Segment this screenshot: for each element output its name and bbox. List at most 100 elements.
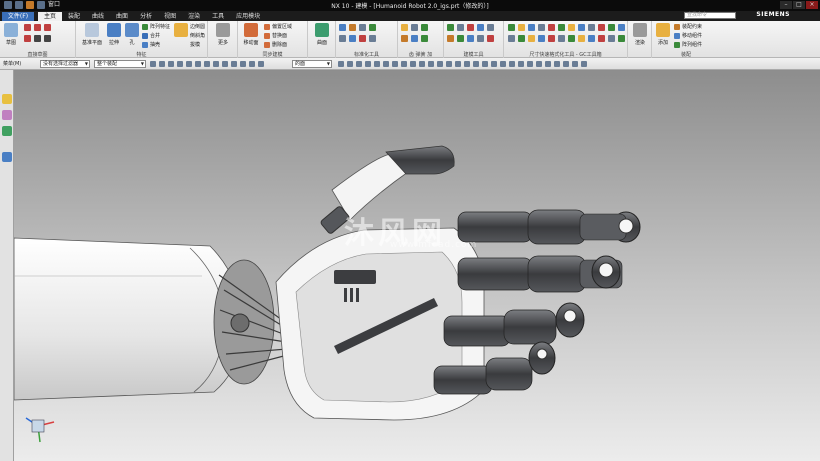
select-icon[interactable] bbox=[249, 61, 255, 67]
draft-button[interactable]: 拔模 bbox=[190, 41, 200, 48]
line-icon[interactable] bbox=[34, 24, 41, 31]
tool-icon[interactable] bbox=[598, 35, 605, 42]
assembly-constraint-button[interactable]: 装配约束 bbox=[674, 23, 702, 30]
tool-icon[interactable] bbox=[568, 35, 575, 42]
tool-icon[interactable] bbox=[421, 35, 428, 42]
part-navigator-icon[interactable] bbox=[2, 126, 12, 136]
tool-icon[interactable] bbox=[359, 35, 366, 42]
circle-icon[interactable] bbox=[34, 35, 41, 42]
hole-button[interactable]: 孔 bbox=[123, 23, 141, 46]
select-icon[interactable] bbox=[150, 61, 156, 67]
assembly-navigator-icon[interactable] bbox=[2, 94, 12, 104]
snap-icon[interactable] bbox=[383, 61, 389, 67]
snap-icon[interactable] bbox=[518, 61, 524, 67]
offset-region-button[interactable]: 偏置区域 bbox=[264, 23, 292, 30]
tool-icon[interactable] bbox=[618, 35, 625, 42]
file-menu-button[interactable]: 文件(F) bbox=[2, 12, 34, 21]
wrist-pivot[interactable] bbox=[230, 313, 250, 333]
graphics-viewport[interactable]: 沐风网 www.mfcad.com bbox=[14, 70, 820, 461]
tool-icon[interactable] bbox=[349, 24, 356, 31]
select-icon[interactable] bbox=[186, 61, 192, 67]
constraint-navigator-icon[interactable] bbox=[2, 110, 12, 120]
snap-icon[interactable] bbox=[500, 61, 506, 67]
datum-plane-button[interactable]: 基准平面 bbox=[80, 23, 104, 46]
select-icon[interactable] bbox=[168, 61, 174, 67]
selection-scope-dropdown[interactable]: 整个装配 bbox=[94, 60, 146, 68]
snap-icon[interactable] bbox=[482, 61, 488, 67]
close-button[interactable]: × bbox=[806, 1, 818, 9]
snap-icon[interactable] bbox=[572, 61, 578, 67]
pattern-component-button[interactable]: 阵列组件 bbox=[674, 41, 702, 48]
tab-tools[interactable]: 工具 bbox=[206, 12, 230, 21]
tool-icon[interactable] bbox=[457, 24, 464, 31]
tool-icon[interactable] bbox=[339, 35, 346, 42]
tool-icon[interactable] bbox=[339, 24, 346, 31]
snap-icon[interactable] bbox=[347, 61, 353, 67]
tool-icon[interactable] bbox=[598, 24, 605, 31]
tool-icon[interactable] bbox=[369, 35, 376, 42]
select-icon[interactable] bbox=[240, 61, 246, 67]
tool-icon[interactable] bbox=[447, 24, 454, 31]
rendering-button[interactable]: 渲染 bbox=[631, 23, 649, 46]
gear-icon[interactable] bbox=[401, 24, 408, 31]
snap-icon[interactable] bbox=[437, 61, 443, 67]
tool-icon[interactable] bbox=[518, 35, 525, 42]
tool-icon[interactable] bbox=[477, 24, 484, 31]
snap-icon[interactable] bbox=[392, 61, 398, 67]
history-icon[interactable] bbox=[2, 152, 12, 162]
snap-icon[interactable] bbox=[563, 61, 569, 67]
snap-icon[interactable] bbox=[554, 61, 560, 67]
snap-icon[interactable] bbox=[473, 61, 479, 67]
snap-icon[interactable] bbox=[365, 61, 371, 67]
spring-icon[interactable] bbox=[411, 24, 418, 31]
snap-icon[interactable] bbox=[401, 61, 407, 67]
tool-icon[interactable] bbox=[349, 35, 356, 42]
tool-icon[interactable] bbox=[548, 24, 555, 31]
tool-icon[interactable] bbox=[588, 35, 595, 42]
snap-icon[interactable] bbox=[545, 61, 551, 67]
arc-icon[interactable] bbox=[44, 24, 51, 31]
edge-blend-button[interactable] bbox=[172, 23, 190, 37]
selection-filter-dropdown[interactable]: 没有选择过滤器 bbox=[40, 60, 90, 68]
select-icon[interactable] bbox=[213, 61, 219, 67]
snap-icon[interactable] bbox=[464, 61, 470, 67]
tool-icon[interactable] bbox=[467, 24, 474, 31]
select-icon[interactable] bbox=[177, 61, 183, 67]
index-finger[interactable] bbox=[457, 209, 641, 245]
snap-icon[interactable] bbox=[581, 61, 587, 67]
snap-dropdown[interactable]: 的面 bbox=[292, 60, 332, 68]
chamfer-button[interactable]: 倒斜角 bbox=[190, 32, 205, 39]
tool-icon[interactable] bbox=[538, 24, 545, 31]
tool-icon[interactable] bbox=[477, 35, 484, 42]
tool-icon[interactable] bbox=[618, 24, 625, 31]
tab-applications[interactable]: 应用模块 bbox=[230, 12, 266, 21]
tool-icon[interactable] bbox=[558, 24, 565, 31]
shell-button[interactable]: 抽壳 bbox=[142, 41, 160, 48]
tool-icon[interactable] bbox=[558, 35, 565, 42]
extrude-button[interactable]: 拉伸 bbox=[105, 23, 123, 46]
surface-button[interactable]: 曲面 bbox=[313, 23, 331, 46]
tab-render[interactable]: 渲染 bbox=[182, 12, 206, 21]
move-face-button[interactable]: 移动面 bbox=[242, 23, 260, 46]
tool-icon[interactable] bbox=[608, 35, 615, 42]
unite-button[interactable]: 合并 bbox=[142, 32, 160, 39]
tool-icon[interactable] bbox=[447, 35, 454, 42]
weld-icon[interactable] bbox=[421, 24, 428, 31]
tool-icon[interactable] bbox=[588, 24, 595, 31]
tool-icon[interactable] bbox=[528, 35, 535, 42]
tab-analysis[interactable]: 分析 bbox=[134, 12, 158, 21]
tab-home[interactable]: 主页 bbox=[38, 12, 63, 21]
select-icon[interactable] bbox=[195, 61, 201, 67]
tool-icon[interactable] bbox=[568, 24, 575, 31]
pattern-feature-button[interactable]: 阵列特征 bbox=[142, 23, 170, 30]
rectangle-icon[interactable] bbox=[24, 35, 31, 42]
tool-icon[interactable] bbox=[538, 35, 545, 42]
point-icon[interactable] bbox=[44, 35, 51, 42]
tool-icon[interactable] bbox=[578, 35, 585, 42]
snap-icon[interactable] bbox=[374, 61, 380, 67]
snap-icon[interactable] bbox=[428, 61, 434, 67]
snap-icon[interactable] bbox=[338, 61, 344, 67]
snap-icon[interactable] bbox=[419, 61, 425, 67]
middle-finger[interactable] bbox=[457, 255, 623, 293]
select-icon[interactable] bbox=[258, 61, 264, 67]
